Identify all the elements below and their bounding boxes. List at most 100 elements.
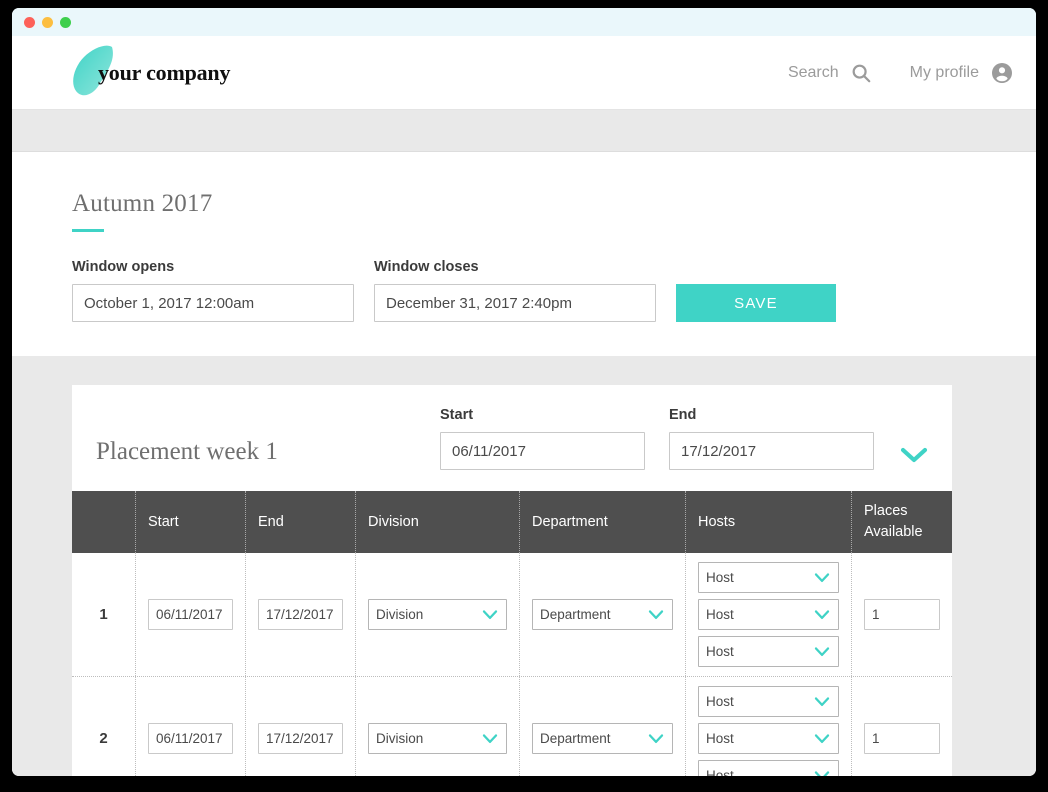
row-places-cell	[852, 553, 952, 676]
row-host-select[interactable]: Host	[698, 760, 839, 776]
placement-week-header: Placement week 1 Start End	[72, 385, 952, 491]
chevron-down-icon	[900, 447, 928, 463]
row-department-cell: Department	[520, 677, 686, 776]
screen: your company Search My profile Autumn 20…	[0, 0, 1048, 792]
row-division-cell: Division	[356, 553, 520, 676]
row-department-select[interactable]: Department	[532, 723, 673, 754]
th-start: Start	[136, 491, 246, 553]
chevron-down-icon	[814, 733, 830, 744]
row-host-select[interactable]: Host	[698, 636, 839, 667]
placement-week-title: Placement week 1	[96, 438, 278, 465]
header-actions: Search My profile	[788, 61, 1014, 85]
row-host-select[interactable]: Host	[698, 723, 839, 754]
th-division: Division	[356, 491, 520, 553]
window-closes-group: Window closes	[374, 259, 656, 322]
search-label: Search	[787, 63, 839, 81]
row-host-value: Host	[706, 644, 734, 659]
row-host-value: Host	[706, 731, 734, 746]
profile-label: My profile	[909, 63, 979, 81]
table-row: 1 Division	[72, 553, 952, 677]
window-opens-group: Window opens	[72, 259, 354, 322]
search-button[interactable]: Search	[788, 62, 872, 84]
profile-button[interactable]: My profile	[910, 61, 1014, 85]
logo[interactable]: your company	[72, 43, 230, 103]
logo-text: your company	[98, 59, 231, 85]
week-start-group: Start	[440, 407, 645, 470]
row-index: 1	[72, 553, 136, 676]
row-division-value: Division	[376, 607, 424, 622]
row-host-value: Host	[706, 694, 734, 709]
row-places-input[interactable]	[864, 723, 940, 754]
row-start-cell	[136, 553, 246, 676]
row-host-select[interactable]: Host	[698, 686, 839, 717]
week-end-label: End	[669, 407, 697, 423]
season-fields: Window opens Window closes SAVE	[72, 259, 976, 322]
chevron-down-icon	[814, 696, 830, 707]
row-end-cell	[246, 553, 356, 676]
window-close-dot[interactable]	[24, 16, 35, 28]
th-index	[72, 491, 136, 553]
week-start-input[interactable]	[440, 432, 645, 470]
row-host-value: Host	[706, 768, 734, 776]
week-end-input[interactable]	[669, 432, 874, 470]
row-host-value: Host	[706, 607, 734, 622]
table-header-row: Start End Division Department Hosts Plac…	[72, 491, 952, 553]
chevron-down-icon	[814, 646, 830, 657]
table-row: 2 Division	[72, 677, 952, 776]
row-end-cell	[246, 677, 356, 776]
row-division-select[interactable]: Division	[368, 599, 507, 630]
row-department-value: Department	[540, 607, 611, 622]
th-places-available: Places Available	[852, 491, 952, 553]
save-button[interactable]: SAVE	[676, 284, 836, 322]
row-host-value: Host	[706, 570, 734, 585]
th-department: Department	[520, 491, 686, 553]
site-header: your company Search My profile	[12, 36, 1036, 110]
account-circle-icon	[990, 61, 1014, 85]
row-start-input[interactable]	[148, 599, 233, 630]
window-minimize-dot[interactable]	[42, 16, 53, 28]
page-title: Autumn 2017	[72, 190, 213, 217]
th-places-line1: Places	[864, 502, 908, 519]
browser-titlebar	[12, 8, 1036, 36]
chevron-down-icon	[482, 609, 498, 620]
nav-strip	[12, 110, 1036, 152]
row-department-value: Department	[540, 731, 611, 746]
window-maximize-dot[interactable]	[60, 16, 71, 28]
row-start-cell	[136, 677, 246, 776]
row-end-input[interactable]	[258, 599, 343, 630]
search-icon	[850, 62, 872, 84]
chevron-down-icon	[648, 733, 664, 744]
row-host-select[interactable]: Host	[698, 599, 839, 630]
browser-window: your company Search My profile Autumn 20…	[12, 8, 1036, 776]
chevron-down-icon	[814, 609, 830, 620]
chevron-down-icon	[648, 609, 664, 620]
chevron-down-icon	[482, 733, 498, 744]
placement-week-card: Placement week 1 Start End	[72, 385, 952, 776]
page-body: Placement week 1 Start End	[12, 356, 1036, 776]
placements-table: Start End Division Department Hosts Plac…	[72, 491, 952, 776]
row-places-cell	[852, 677, 952, 776]
row-division-select[interactable]: Division	[368, 723, 507, 754]
chevron-down-icon	[814, 572, 830, 583]
row-host-select[interactable]: Host	[698, 562, 839, 593]
week-end-group: End	[669, 407, 874, 470]
row-end-input[interactable]	[258, 723, 343, 754]
window-closes-label: Window closes	[374, 259, 479, 275]
row-places-input[interactable]	[864, 599, 940, 630]
row-division-value: Division	[376, 731, 424, 746]
row-hosts-cell: Host Host Host	[686, 553, 852, 676]
row-department-cell: Department	[520, 553, 686, 676]
row-index: 2	[72, 677, 136, 776]
week-start-label: Start	[440, 407, 474, 423]
row-hosts-cell: Host Host Host	[686, 677, 852, 776]
row-division-cell: Division	[356, 677, 520, 776]
row-department-select[interactable]: Department	[532, 599, 673, 630]
window-closes-input[interactable]	[374, 284, 656, 322]
th-hosts: Hosts	[686, 491, 852, 553]
collapse-week-button[interactable]	[898, 444, 930, 470]
th-places-line2: Available	[864, 524, 923, 540]
th-end: End	[246, 491, 356, 553]
row-start-input[interactable]	[148, 723, 233, 754]
season-panel: Autumn 2017 Window opens Window closes S…	[12, 152, 1036, 356]
window-opens-input[interactable]	[72, 284, 354, 322]
